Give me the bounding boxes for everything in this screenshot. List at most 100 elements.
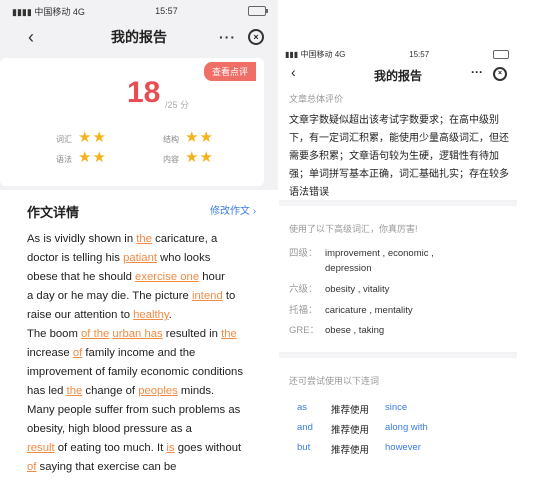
status-time: 15:57 (155, 6, 178, 16)
overall-eval-label: 文章总体评价 (289, 94, 344, 104)
vocab-row: 六级： obesity , vitality (289, 282, 389, 298)
connective-recommend: 推荐使用 (331, 425, 370, 436)
signal-icon: ▮▮▮ (285, 49, 299, 59)
essay-text: As is vividly shown in the caricature, a… (27, 230, 267, 477)
edit-essay-link[interactable]: 修改作文 › (210, 202, 256, 217)
network-label: 4G (72, 6, 85, 17)
close-icon[interactable]: × (493, 67, 507, 81)
essay-error-highlight[interactable]: healthy (133, 309, 169, 321)
essay-error-highlight[interactable]: the (136, 233, 152, 245)
close-icon[interactable]: × (248, 29, 264, 45)
vocab-words: depression (325, 263, 372, 274)
score-card: 查看点评 18 /25 分 词汇 ★★ 结构 ★★ 语法 ★★ 内容 ★★ (0, 58, 264, 186)
essay-text-segment: hour (199, 271, 225, 283)
essay-text-segment: to (222, 290, 236, 302)
score-value: 18 (127, 76, 161, 109)
back-icon[interactable]: ‹ (28, 27, 34, 48)
criterion-label: 内容 (163, 155, 179, 164)
carrier-label: 中国移动 (300, 49, 333, 59)
vocab-words: caricature , mentality (325, 305, 413, 316)
essay-text-segment: change of (82, 385, 139, 397)
view-review-button[interactable]: 查看点评 (203, 62, 256, 81)
connective-suggestion: since (385, 402, 408, 413)
essay-error-highlight[interactable]: of the (81, 328, 109, 340)
vocab-words: improvement , economic , (325, 248, 434, 259)
essay-line: improvement of family economic condition… (27, 363, 267, 382)
essay-text-segment: The boom (27, 328, 82, 340)
criterion-label: 结构 (163, 135, 179, 144)
more-icon[interactable]: ··· (471, 65, 483, 79)
more-icon[interactable]: ··· (219, 29, 236, 45)
star-rating-icon: ★★ (78, 149, 107, 166)
star-rating-icon: ★★ (185, 149, 214, 166)
battery-icon (492, 49, 509, 59)
essay-line: doctor is telling his patiant who looks (27, 249, 267, 268)
vocab-level: 托福： (289, 305, 318, 316)
essay-text-segment: goes without (174, 442, 242, 454)
essay-text-segment: resulted in (162, 328, 222, 340)
essay-error-highlight[interactable]: urban has (112, 328, 162, 340)
essay-error-highlight[interactable]: is (166, 442, 174, 454)
status-bar: ▮▮▮ 中国移动 4G 15:57 (279, 46, 517, 62)
essay-line: obesity, high blood pressure as a (27, 420, 267, 439)
essay-text-segment: . (168, 309, 172, 321)
section-divider (279, 352, 517, 358)
connective-suggestion: along with (385, 422, 428, 433)
essay-text-segment: a day or he may die. The picture (27, 290, 192, 302)
essay-text-segment: caricature, a (151, 233, 218, 245)
network-label: 4G (334, 49, 346, 59)
star-rating-icon: ★★ (185, 129, 214, 146)
essay-text-segment: saying that exercise can be (36, 461, 177, 473)
essay-text-segment: family income and the (82, 347, 196, 359)
score-total: /25 分 (165, 100, 190, 110)
vocab-words: obesity , vitality (325, 284, 390, 295)
essay-text-segment: obesity, high blood pressure as a (27, 423, 192, 435)
connectives-label: 还可尝试使用以下连词 (289, 376, 380, 386)
essay-text-segment: Many people suffer from such problems as (27, 404, 241, 416)
essay-error-highlight[interactable]: the (67, 385, 83, 397)
essay-line: Many people suffer from such problems as (27, 401, 267, 420)
essay-error-highlight[interactable]: peoples (138, 385, 178, 397)
essay-text-segment: doctor is telling his (27, 252, 124, 264)
battery-icon (248, 6, 268, 16)
essay-line: a day or he may die. The picture intend … (27, 287, 267, 306)
essay-text-segment: increase (27, 347, 73, 359)
left-phone-screen: ▮▮▮▮ 中国移动 4G 15:57 ‹ 我的报告 ··· × 查看点评 18 … (0, 0, 278, 482)
status-time: 15:57 (409, 49, 430, 59)
essay-error-highlight[interactable]: result (27, 442, 55, 454)
section-divider (279, 200, 517, 206)
essay-text-segment: minds. (177, 385, 215, 397)
carrier-label: 中国移动 (34, 6, 71, 17)
carrier-info: ▮▮▮▮ 中国移动 4G (12, 5, 85, 18)
page-title: 我的报告 (111, 29, 167, 45)
vocab-level: 六级： (289, 284, 318, 295)
essay-line: As is vividly shown in the caricature, a (27, 230, 267, 249)
essay-error-highlight[interactable]: exercise one (135, 271, 199, 283)
carrier-info: ▮▮▮ 中国移动 4G (285, 49, 345, 60)
essay-text-segment: As is vividly shown in (27, 233, 137, 245)
essay-text-segment: obese that he should (27, 271, 136, 283)
vocab-words: obese , taking (325, 325, 385, 336)
essay-line: result of eating too much. It is goes wi… (27, 439, 267, 458)
essay-error-highlight[interactable]: of (27, 461, 36, 473)
essay-error-highlight[interactable]: of (73, 347, 82, 359)
essay-text-segment: has led (27, 385, 67, 397)
essay-line: The boom of the urban has resulted in th… (27, 325, 267, 344)
connective-recommend: 推荐使用 (331, 445, 370, 456)
essay-line: obese that he should exercise one hour (27, 268, 267, 287)
essay-error-highlight[interactable]: patiant (123, 252, 157, 264)
essay-line: raise our attention to healthy. (27, 306, 267, 325)
essay-error-highlight[interactable]: the (221, 328, 237, 340)
essay-text-segment: who looks (157, 252, 211, 264)
nav-bar: ‹ 我的报告 ··· × (279, 62, 517, 86)
essay-text-segment: improvement of family economic condition… (27, 366, 243, 378)
essay-text-segment: raise our attention to (27, 309, 134, 321)
criterion-label: 词汇 (56, 135, 72, 144)
connective-original: and (297, 422, 313, 433)
signal-icon: ▮▮▮▮ (12, 6, 32, 17)
advanced-vocab-label: 使用了以下高级词汇，你真厉害! (289, 224, 418, 234)
vocab-row-continued: depression (325, 261, 371, 277)
essay-error-highlight[interactable]: intend (192, 290, 223, 302)
vocab-level: GRE： (289, 325, 320, 336)
vocab-row: GRE： obese , taking (289, 323, 384, 339)
